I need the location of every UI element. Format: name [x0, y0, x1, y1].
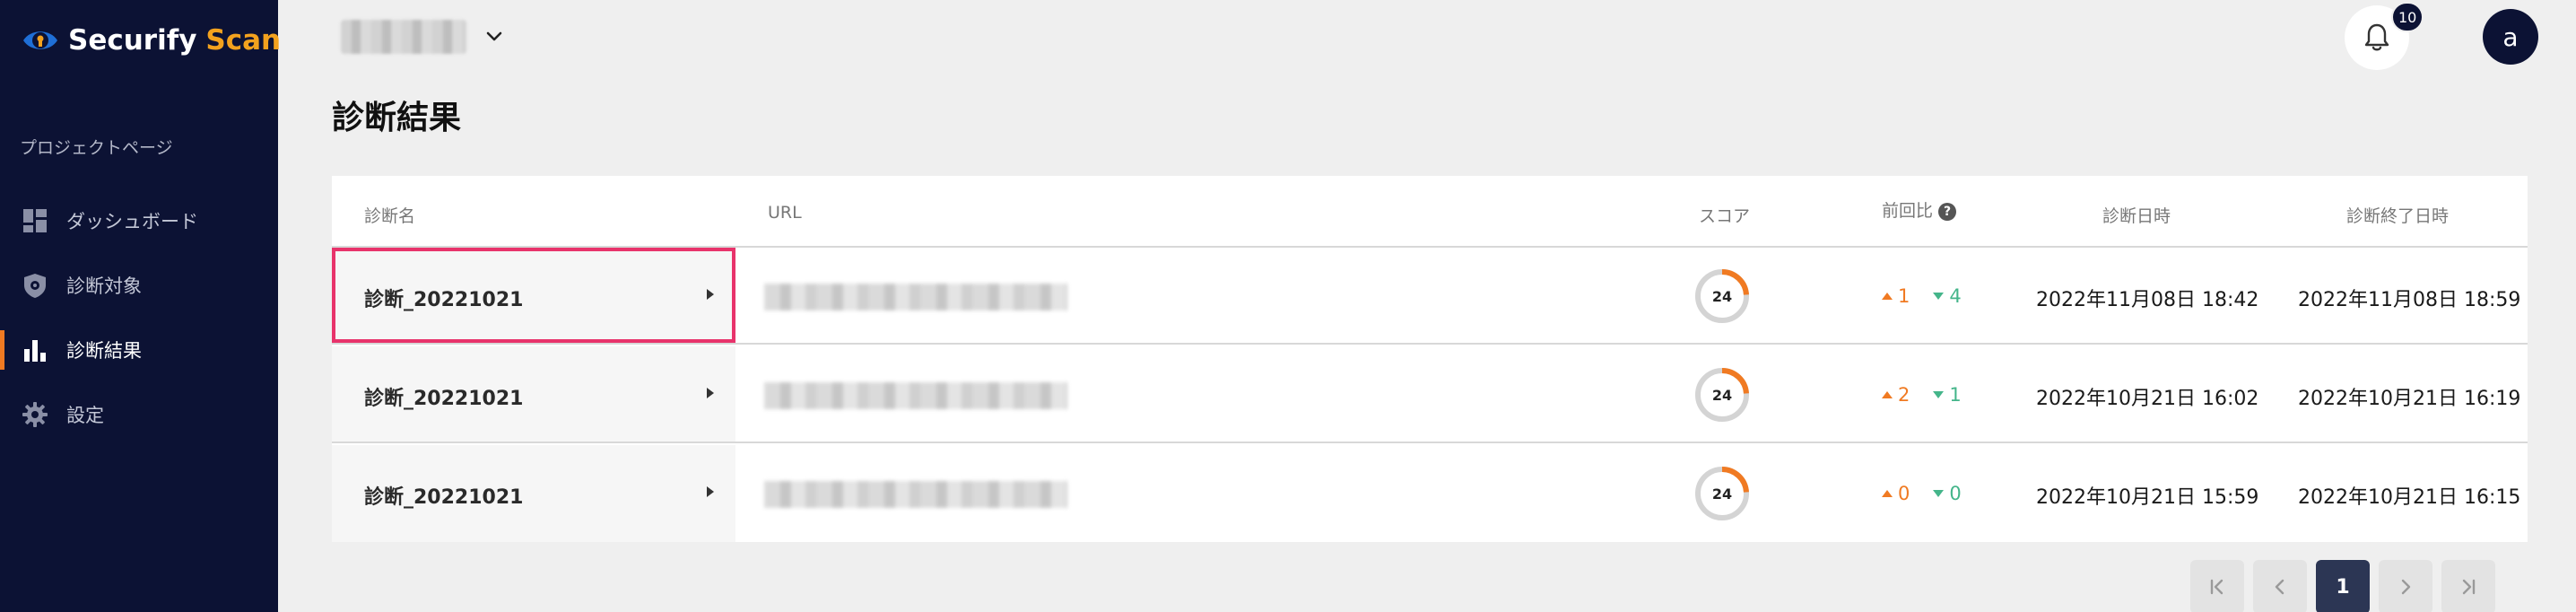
sidebar-nav: ダッシュボード 診断対象 診断結果 設定 — [0, 188, 278, 447]
delta-up: 1 — [1882, 285, 1910, 307]
last-page-icon — [2462, 579, 2476, 595]
first-page-button[interactable] — [2190, 560, 2244, 612]
page-button-current[interactable]: 1 — [2316, 560, 2370, 612]
next-page-button[interactable] — [2379, 560, 2432, 612]
prev-page-button[interactable] — [2253, 560, 2307, 612]
url-redacted — [764, 382, 1067, 409]
url-redacted — [764, 284, 1067, 310]
delta-up: 0 — [1882, 483, 1910, 504]
bell-icon — [2364, 23, 2389, 51]
delta-up-value: 0 — [1898, 483, 1910, 504]
delta-down: 4 — [1933, 285, 1962, 307]
dashboard-icon — [23, 209, 47, 232]
results-table: 診断名 URL スコア 前回比? 診断日時 診断終了日時 診断_20221021… — [332, 176, 2528, 542]
notification-badge: 10 — [2391, 2, 2424, 32]
help-icon[interactable]: ? — [1938, 203, 1957, 221]
sidebar: Securify Scan プロジェクトページ ダッシュボード 診断対象 診断結… — [0, 0, 281, 612]
caret-right-icon — [707, 289, 714, 300]
page-title: 診断結果 — [332, 100, 462, 136]
delta-up-value: 2 — [1898, 384, 1910, 406]
score-value: 24 — [1711, 386, 1733, 404]
triangle-up-icon — [1882, 293, 1893, 300]
diag-date: 2022年10月21日 15:59 — [2036, 486, 2259, 509]
result-name: 診断_20221021 — [364, 388, 524, 410]
delta-down-value: 4 — [1949, 285, 1962, 307]
end-date: 2022年11月08日 18:59 — [2298, 289, 2521, 311]
table-header: 診断名 URL スコア 前回比? 診断日時 診断終了日時 — [332, 176, 2528, 248]
triangle-down-icon — [1933, 391, 1945, 398]
logo[interactable]: Securify Scan — [22, 22, 281, 59]
table-row[interactable]: 診断_20221021 24 2 1 2022年10月21日 16:02 2022年10月… — [332, 346, 2528, 443]
end-date: 2022年10月21日 16:19 — [2298, 388, 2521, 410]
caret-right-icon — [707, 486, 714, 497]
delta-down-value: 0 — [1949, 483, 1962, 504]
sidebar-item-label: 診断結果 — [66, 340, 142, 362]
last-page-button[interactable] — [2441, 560, 2495, 612]
sidebar-item-label: ダッシュボード — [66, 211, 198, 232]
first-page-icon — [2210, 579, 2224, 595]
delta-cell: 21 — [1882, 384, 1962, 406]
avatar[interactable]: a — [2483, 9, 2538, 65]
column-header-delta: 前回比? — [1882, 197, 1957, 222]
sidebar-item-results[interactable]: 診断結果 — [0, 318, 278, 382]
delta-up: 2 — [1882, 384, 1910, 406]
column-header-name: 診断名 — [364, 206, 416, 226]
column-header-url: URL — [768, 203, 802, 223]
delta-up-value: 1 — [1898, 285, 1910, 307]
logo-secondary: Scan — [205, 24, 282, 57]
gear-icon — [22, 402, 48, 427]
eye-logo-icon — [23, 31, 57, 49]
url-redacted — [764, 481, 1067, 508]
column-header-end-date: 診断終了日時 — [2346, 206, 2450, 226]
triangle-up-icon — [1882, 490, 1893, 497]
score-value: 24 — [1711, 287, 1733, 305]
result-name: 診断_20221021 — [364, 289, 524, 311]
score-ring: 24 — [1693, 366, 1751, 424]
logo-primary: Securify — [68, 24, 197, 57]
sidebar-item-dashboard[interactable]: ダッシュボード — [0, 188, 278, 253]
caret-right-icon — [707, 388, 714, 398]
table-row[interactable]: 診断_20221021 24 1 4 2022年11月08日 18:42 2022年11月… — [332, 248, 2528, 345]
delta-down: 0 — [1933, 483, 1962, 504]
result-name-link[interactable]: 診断_20221021 — [332, 248, 735, 343]
result-name-link[interactable]: 診断_20221021 — [332, 346, 735, 442]
bar-chart-icon — [24, 340, 46, 362]
shield-target-icon — [24, 274, 46, 298]
diag-date: 2022年10月21日 16:02 — [2036, 388, 2259, 410]
diag-date: 2022年11月08日 18:42 — [2036, 289, 2259, 311]
chevron-left-icon — [2275, 579, 2284, 595]
score-value: 24 — [1711, 485, 1733, 503]
chevron-right-icon — [2401, 579, 2411, 595]
column-header-delta-label: 前回比 — [1882, 201, 1934, 221]
delta-down-value: 1 — [1949, 384, 1962, 406]
table-row[interactable]: 診断_20221021 24 0 0 2022年10月21日 15:59 2022年10月… — [332, 445, 2528, 542]
triangle-down-icon — [1933, 490, 1945, 497]
delta-cell: 14 — [1882, 285, 1962, 307]
result-name-link[interactable]: 診断_20221021 — [332, 445, 735, 542]
sidebar-item-label: 設定 — [66, 405, 104, 426]
score-ring: 24 — [1693, 267, 1751, 325]
project-selector[interactable] — [341, 20, 504, 54]
triangle-up-icon — [1882, 391, 1893, 398]
logo-text: Securify Scan — [68, 24, 281, 57]
delta-cell: 00 — [1882, 483, 1962, 504]
project-name-redacted — [341, 20, 466, 54]
sidebar-section-label: プロジェクトページ — [20, 138, 173, 158]
sidebar-item-label: 診断対象 — [66, 275, 142, 297]
sidebar-item-targets[interactable]: 診断対象 — [0, 253, 278, 318]
sidebar-item-settings[interactable]: 設定 — [0, 382, 278, 447]
end-date: 2022年10月21日 16:15 — [2298, 486, 2521, 509]
column-header-score: スコア — [1699, 206, 1751, 226]
chevron-down-icon — [486, 31, 502, 41]
result-name: 診断_20221021 — [364, 486, 524, 509]
triangle-down-icon — [1933, 293, 1945, 300]
pagination: 1 — [2190, 560, 2495, 612]
delta-down: 1 — [1933, 384, 1962, 406]
column-header-diag-date: 診断日時 — [2102, 206, 2171, 226]
score-ring: 24 — [1693, 465, 1751, 522]
